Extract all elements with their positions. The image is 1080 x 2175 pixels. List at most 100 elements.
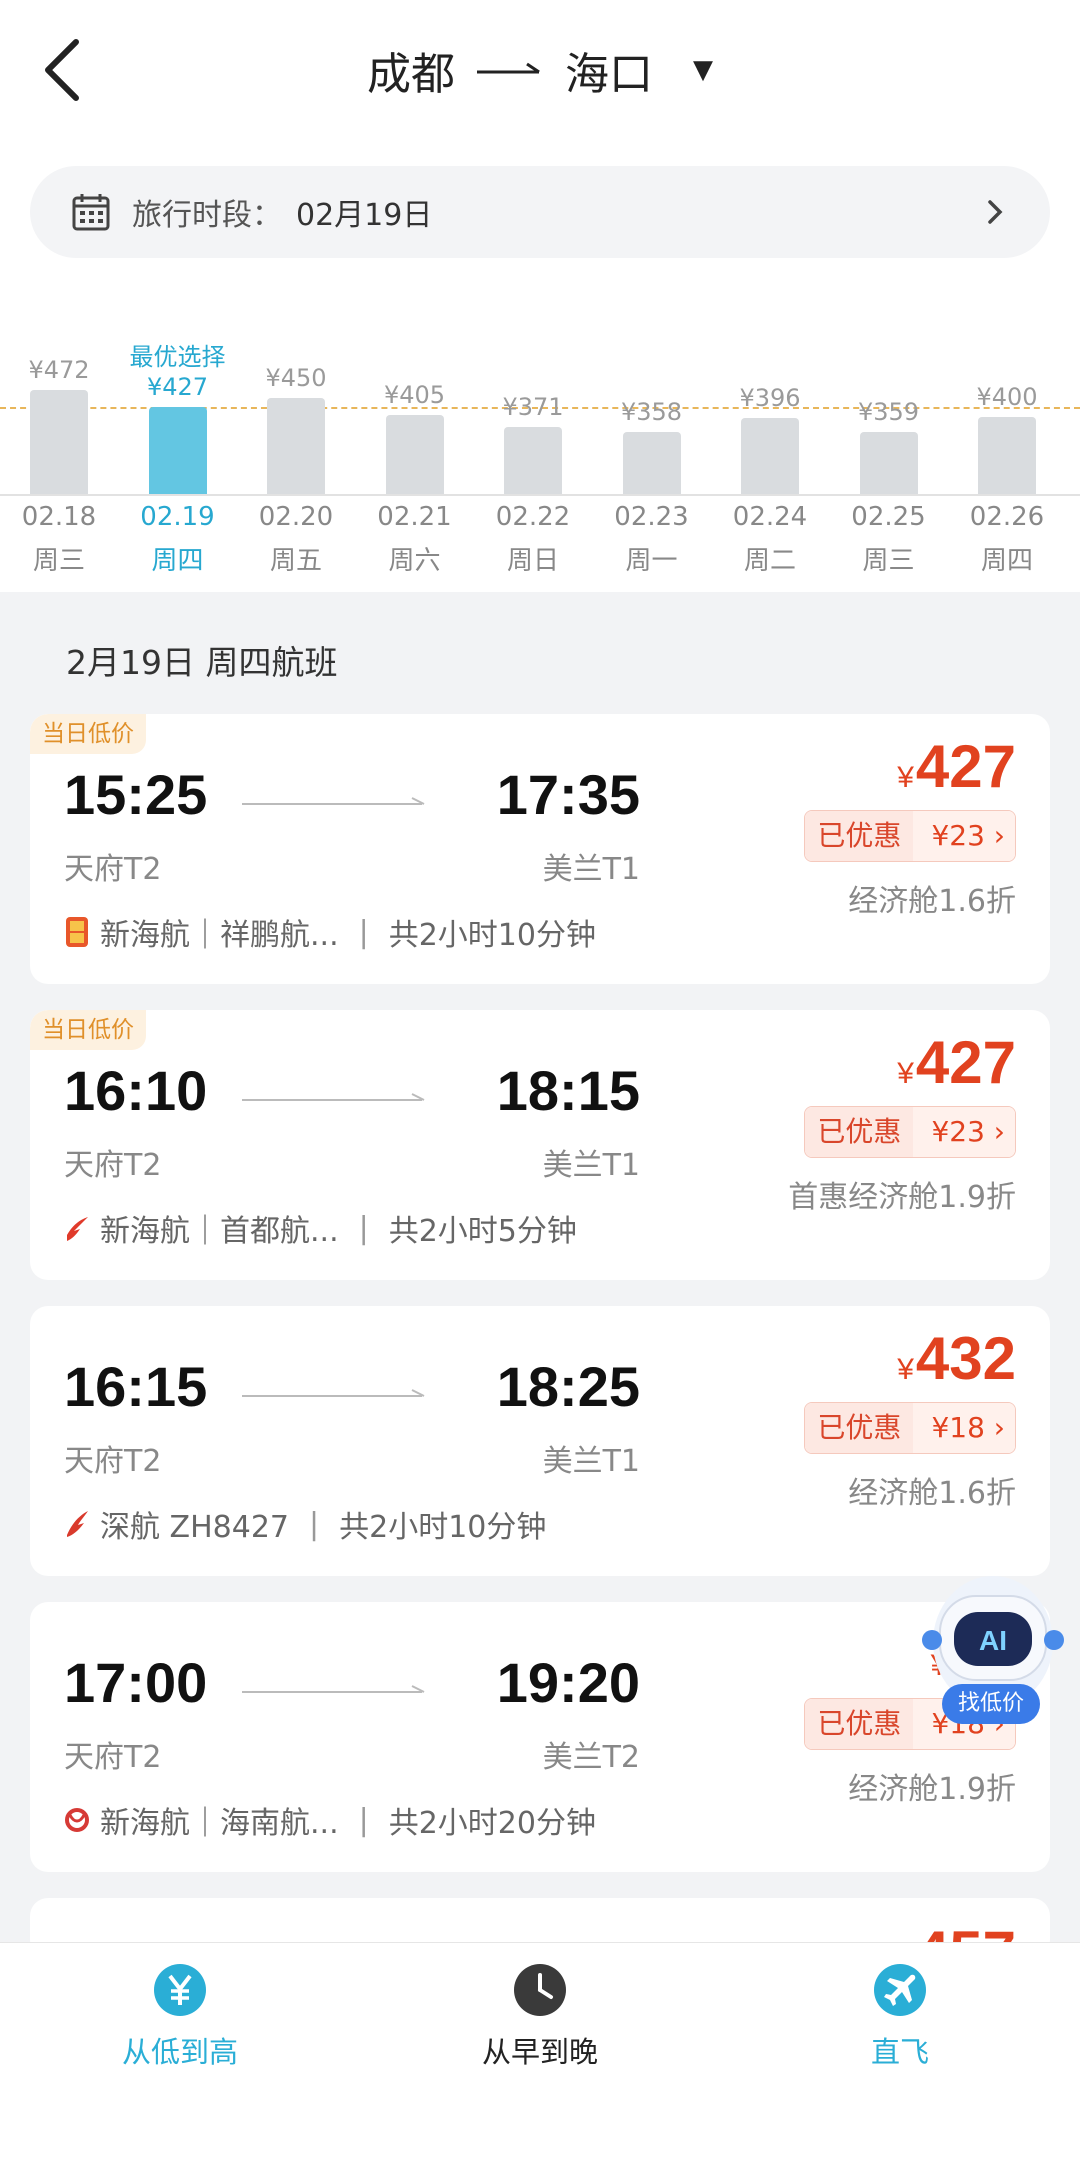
day-date: 02.18 bbox=[21, 502, 97, 532]
price-value: 427 bbox=[915, 733, 1016, 800]
flight-card[interactable]: 16:15 18:25 天府T2 美兰T1 深航 ZH8427 | 共2小时10… bbox=[30, 1306, 1050, 1576]
day-price: ¥396 bbox=[739, 384, 801, 412]
discount-value: ¥23 bbox=[931, 1115, 985, 1148]
from-city: 成都 bbox=[367, 49, 455, 100]
departure-airport: 天府T2 bbox=[64, 852, 162, 887]
travel-date-bar[interactable]: 旅行时段： 02月19日 bbox=[30, 166, 1050, 258]
day-price: ¥427 bbox=[146, 372, 209, 401]
calendar-day[interactable]: ¥427 最优选择 02.19 周四 bbox=[119, 330, 237, 592]
bottom-sort-bar: 从低到高 从早到晚 直飞 bbox=[0, 1942, 1080, 2175]
price-bar bbox=[385, 414, 444, 494]
airline-name: 新海航｜海南航... bbox=[100, 1806, 339, 1841]
route-selector[interactable]: 成都 海口 ▼ bbox=[0, 38, 1080, 102]
day-date: 02.26 bbox=[969, 502, 1045, 532]
day-weekday: 周日 bbox=[506, 546, 559, 576]
day-price: ¥405 bbox=[383, 380, 446, 409]
flight-price: ¥432 bbox=[897, 1324, 1016, 1393]
day-date: 02.23 bbox=[614, 502, 689, 532]
route-arrow-icon bbox=[477, 62, 540, 74]
discount-value: ¥23 bbox=[931, 819, 985, 852]
calendar-day[interactable]: ¥371 02.22 周日 bbox=[474, 330, 592, 592]
price-bar bbox=[741, 418, 799, 494]
discount-badge[interactable]: 已优惠 ¥18 › bbox=[804, 1402, 1016, 1454]
price-value: 427 bbox=[915, 1029, 1016, 1096]
date-value: 02月19日 bbox=[296, 198, 433, 233]
price-bar bbox=[978, 416, 1036, 494]
arrival-time: 17:35 bbox=[496, 763, 640, 826]
divider: | bbox=[358, 1802, 369, 1838]
airline-name: 深航 ZH8427 bbox=[100, 1510, 289, 1545]
day-weekday: 周六 bbox=[388, 546, 441, 576]
day-date: 02.25 bbox=[851, 502, 926, 532]
day-weekday: 周二 bbox=[743, 546, 796, 576]
to-city: 海口 bbox=[565, 49, 653, 100]
calendar-day[interactable]: ¥358 02.23 周一 bbox=[593, 330, 711, 592]
date-label: 旅行时段： bbox=[132, 198, 282, 233]
best-choice-label: 最优选择 bbox=[129, 342, 226, 371]
flight-card[interactable]: 当日低价 16:10 18:15 天府T2 美兰T1 新海航｜首都航... | … bbox=[30, 1010, 1050, 1280]
discount-badge[interactable]: 已优惠 ¥23 › bbox=[804, 810, 1016, 862]
flight-price: ¥427 bbox=[897, 732, 1016, 801]
flight-duration: 共2小时20分钟 bbox=[388, 1806, 596, 1841]
arrival-airport: 美兰T2 bbox=[542, 1740, 640, 1775]
cabin-class: 经济舱1.6折 bbox=[848, 884, 1016, 919]
airline-logo-icon bbox=[66, 917, 88, 947]
sort-price-low-high[interactable]: 从低到高 bbox=[80, 1963, 280, 2071]
divider: | bbox=[309, 1506, 320, 1542]
plane-icon bbox=[874, 1964, 926, 2016]
calendar-day[interactable]: ¥359 02.25 周三 bbox=[830, 330, 948, 592]
discount-label: 已优惠 bbox=[805, 1699, 914, 1749]
dropdown-caret-icon: ▼ bbox=[693, 55, 713, 85]
departure-time: 17:00 bbox=[64, 1651, 208, 1714]
clock-icon bbox=[514, 1964, 566, 2016]
departure-time: 15:25 bbox=[64, 763, 208, 826]
flight-duration: 共2小时5分钟 bbox=[388, 1214, 577, 1249]
price-bar bbox=[267, 398, 325, 494]
calendar-day[interactable]: ¥396 02.24 周二 bbox=[711, 330, 829, 592]
calendar-day[interactable]: ¥450 02.20 周五 bbox=[237, 330, 355, 592]
departure-airport: 天府T2 bbox=[64, 1148, 162, 1183]
flight-direction-icon bbox=[242, 1389, 425, 1397]
day-price: ¥358 bbox=[620, 398, 683, 426]
day-weekday: 周四 bbox=[980, 546, 1033, 576]
calendar-day[interactable]: ¥405 02.21 周六 bbox=[356, 330, 474, 592]
departure-airport: 天府T2 bbox=[64, 1444, 162, 1479]
arrival-time: 19:20 bbox=[496, 1651, 640, 1714]
price-calendar: ¥472 02.18 周三 ¥427 最优选择 02.19 周四 ¥450 02.20 周五 ¥40… bbox=[0, 330, 1080, 592]
filter-direct-flight[interactable]: 直飞 bbox=[800, 1963, 1000, 2071]
price-bar bbox=[859, 431, 918, 494]
arrival-time: 18:25 bbox=[496, 1355, 640, 1418]
calendar-day[interactable]: ¥400 02.26 周四 bbox=[948, 330, 1066, 592]
nav-label: 从早到晚 bbox=[481, 2035, 598, 2069]
flight-card[interactable]: 当日低价 15:25 17:35 天府T2 美兰T1 新海航｜祥鹏航... | … bbox=[30, 714, 1050, 984]
day-price: ¥400 bbox=[976, 382, 1038, 411]
low-price-tag: 当日低价 bbox=[30, 714, 146, 754]
departure-time: 16:10 bbox=[64, 1059, 208, 1122]
arrival-airport: 美兰T1 bbox=[542, 852, 640, 887]
chevron-right-icon bbox=[988, 200, 1003, 224]
day-price: ¥371 bbox=[502, 393, 564, 422]
airline-logo-icon bbox=[65, 1808, 89, 1832]
day-weekday: 周四 bbox=[151, 546, 204, 576]
airline-name: 新海航｜首都航... bbox=[100, 1214, 339, 1249]
chevron-right-icon: › bbox=[984, 1411, 1005, 1444]
airline-info: 深航 ZH8427 | 共2小时10分钟 bbox=[64, 1502, 546, 1546]
arrival-time: 18:15 bbox=[496, 1059, 640, 1122]
day-weekday: 周三 bbox=[32, 546, 85, 576]
price-value: 432 bbox=[915, 1325, 1016, 1392]
flight-direction-icon bbox=[242, 1093, 425, 1101]
yen-symbol: ¥ bbox=[897, 1353, 914, 1386]
departure-airport: 天府T2 bbox=[64, 1740, 162, 1775]
low-price-tag: 当日低价 bbox=[30, 1010, 146, 1050]
flight-card[interactable]: 17:00 19:20 天府T2 美兰T2 新海航｜海南航... | 共2小时2… bbox=[30, 1602, 1050, 1872]
discount-value: ¥18 bbox=[931, 1411, 985, 1444]
airline-info: 新海航｜首都航... | 共2小时5分钟 bbox=[64, 1206, 577, 1250]
find-low-price-badge[interactable]: 找低价 bbox=[942, 1684, 1040, 1724]
price-bar bbox=[148, 406, 207, 494]
day-date: 02.24 bbox=[732, 502, 808, 532]
sort-time-early-late[interactable]: 从早到晚 bbox=[440, 1963, 640, 2071]
discount-badge[interactable]: 已优惠 ¥23 › bbox=[804, 1106, 1016, 1158]
flight-direction-icon bbox=[242, 797, 425, 805]
airline-logo-icon bbox=[67, 1511, 88, 1537]
cabin-class: 经济舱1.6折 bbox=[848, 1476, 1016, 1511]
